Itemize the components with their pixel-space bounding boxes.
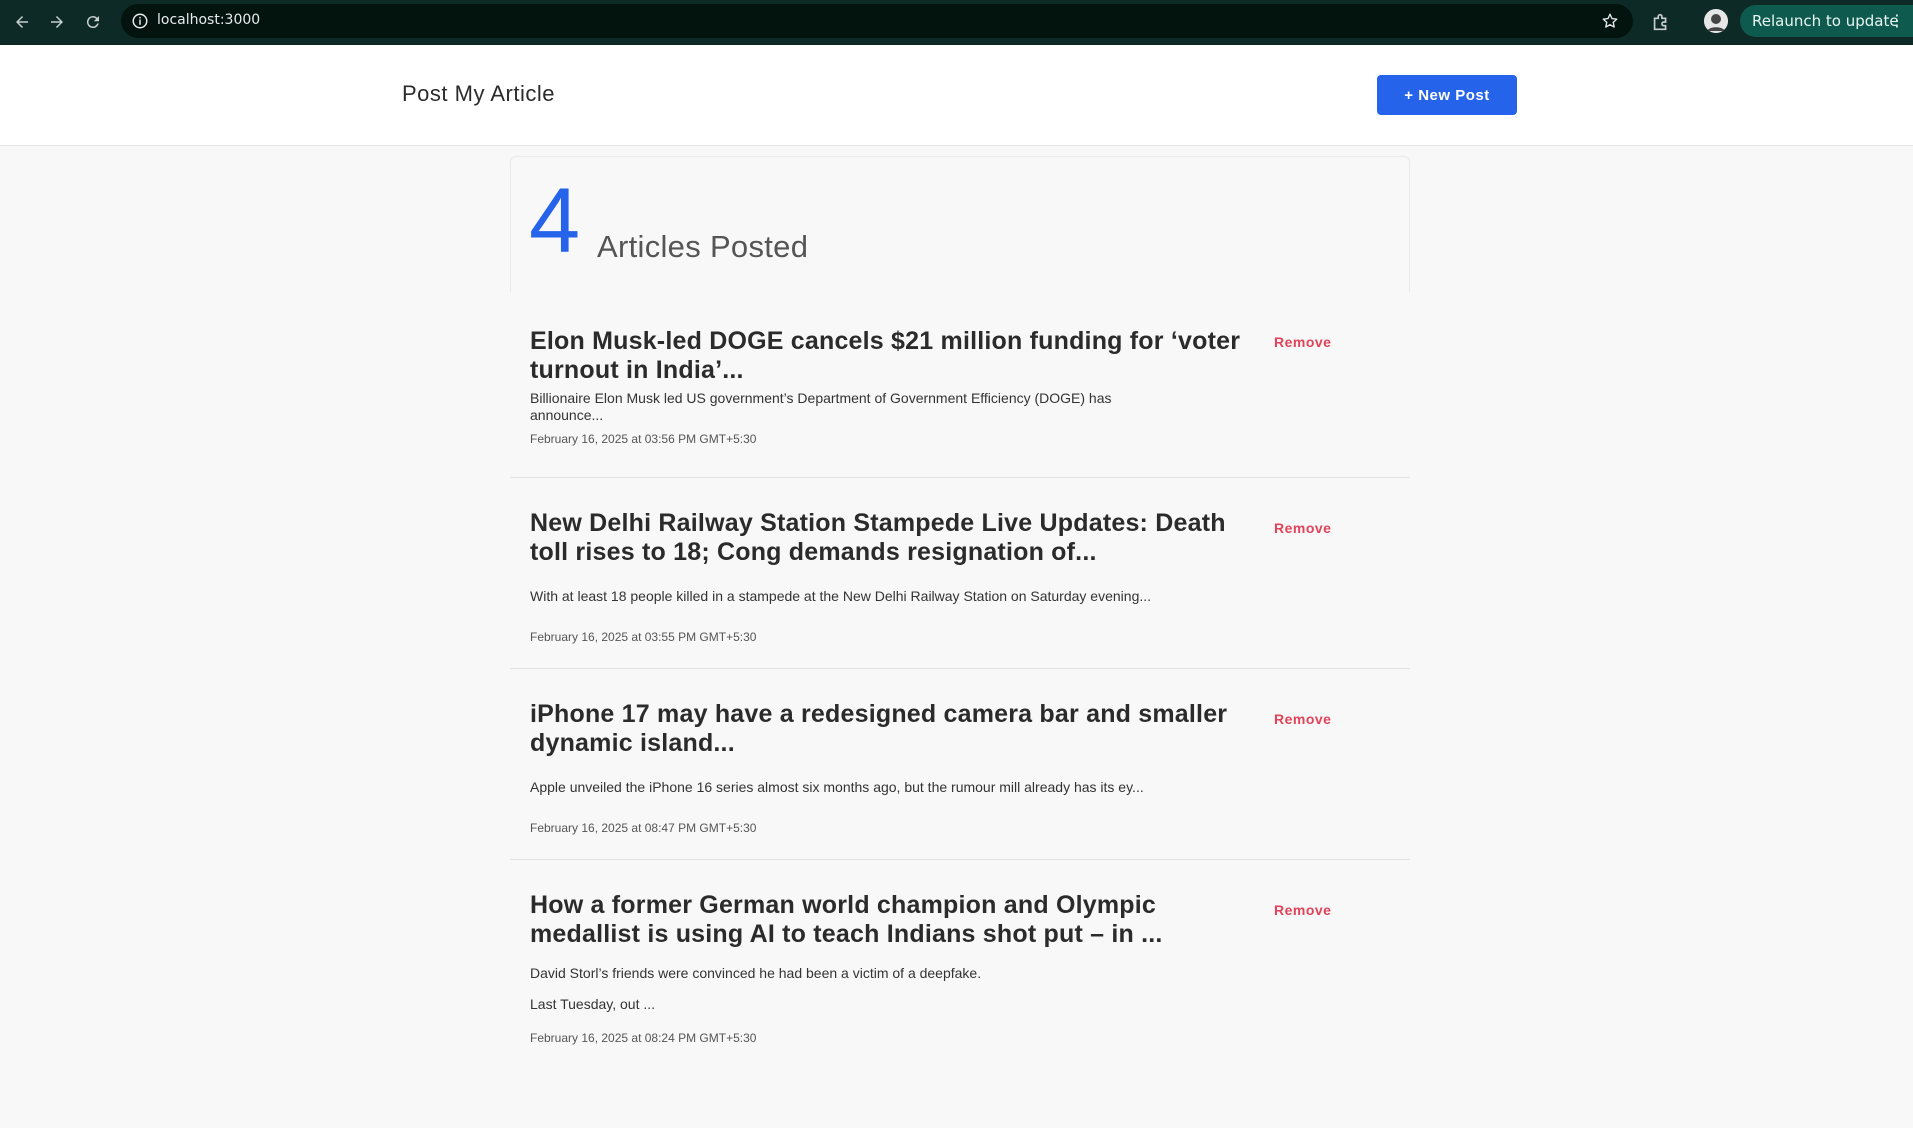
article-date: February 16, 2025 at 03:55 PM GMT+5:30 (530, 630, 757, 644)
reload-icon (86, 16, 99, 29)
bookmark-star-icon[interactable] (1601, 12, 1619, 30)
articles-count: 4 (529, 170, 581, 272)
info-icon[interactable] (131, 12, 149, 30)
app-header: Post My Article + New Post (0, 45, 1913, 146)
article-item: Elon Musk-led DOGE cancels $21 million f… (510, 292, 1410, 478)
article-title[interactable]: Elon Musk-led DOGE cancels $21 million f… (530, 327, 1250, 385)
reload-button[interactable] (79, 8, 107, 36)
relaunch-label: Relaunch to update (1752, 12, 1899, 30)
article-list: Elon Musk-led DOGE cancels $21 million f… (510, 292, 1410, 1060)
article-description-continued: Last Tuesday, out ... (530, 996, 656, 1012)
url-text[interactable]: localhost:3000 (157, 12, 260, 28)
article-title[interactable]: iPhone 17 may have a redesigned camera b… (530, 700, 1250, 758)
remove-article-button[interactable]: Remove (1274, 334, 1331, 350)
relaunch-update-button[interactable]: Relaunch to update ⋮ (1740, 5, 1913, 37)
arrow-right-icon (51, 16, 63, 28)
article-item: iPhone 17 may have a redesigned camera b… (510, 669, 1410, 860)
article-description: Billionaire Elon Musk led US government’… (530, 390, 1112, 423)
brand-title[interactable]: Post My Article (402, 81, 555, 107)
article-description: Apple unveiled the iPhone 16 series almo… (530, 779, 1144, 795)
articles-count-card: 4 Articles Posted (510, 156, 1410, 292)
main-content: 4 Articles Posted Elon Musk-led DOGE can… (510, 156, 1410, 1060)
article-item: New Delhi Railway Station Stampede Live … (510, 478, 1410, 669)
article-title[interactable]: How a former German world champion and O… (530, 891, 1250, 949)
article-date: February 16, 2025 at 03:56 PM GMT+5:30 (530, 432, 757, 446)
more-menu-icon[interactable]: ⋮ (1889, 11, 1905, 30)
remove-article-button[interactable]: Remove (1274, 711, 1331, 727)
articles-count-label: Articles Posted (597, 229, 809, 264)
profile-avatar[interactable] (1704, 9, 1728, 33)
article-title[interactable]: New Delhi Railway Station Stampede Live … (530, 509, 1250, 567)
remove-article-button[interactable]: Remove (1274, 902, 1331, 918)
address-bar[interactable]: localhost:3000 (121, 4, 1633, 38)
article-date: February 16, 2025 at 08:47 PM GMT+5:30 (530, 821, 757, 835)
article-description: With at least 18 people killed in a stam… (530, 588, 1152, 604)
arrow-left-icon (16, 16, 28, 28)
forward-button[interactable] (43, 8, 71, 36)
remove-article-button[interactable]: Remove (1274, 520, 1331, 536)
article-description: David Storl’s friends were convinced he … (530, 965, 982, 981)
new-post-button[interactable]: + New Post (1377, 75, 1517, 115)
browser-toolbar: localhost:3000 Relaunch to update ⋮ (0, 0, 1913, 45)
back-button[interactable] (8, 8, 36, 36)
person-icon (1704, 9, 1728, 33)
article-item: How a former German world champion and O… (510, 860, 1410, 1060)
extensions-puzzle-icon[interactable] (1650, 11, 1672, 33)
article-date: February 16, 2025 at 08:24 PM GMT+5:30 (530, 1031, 757, 1045)
